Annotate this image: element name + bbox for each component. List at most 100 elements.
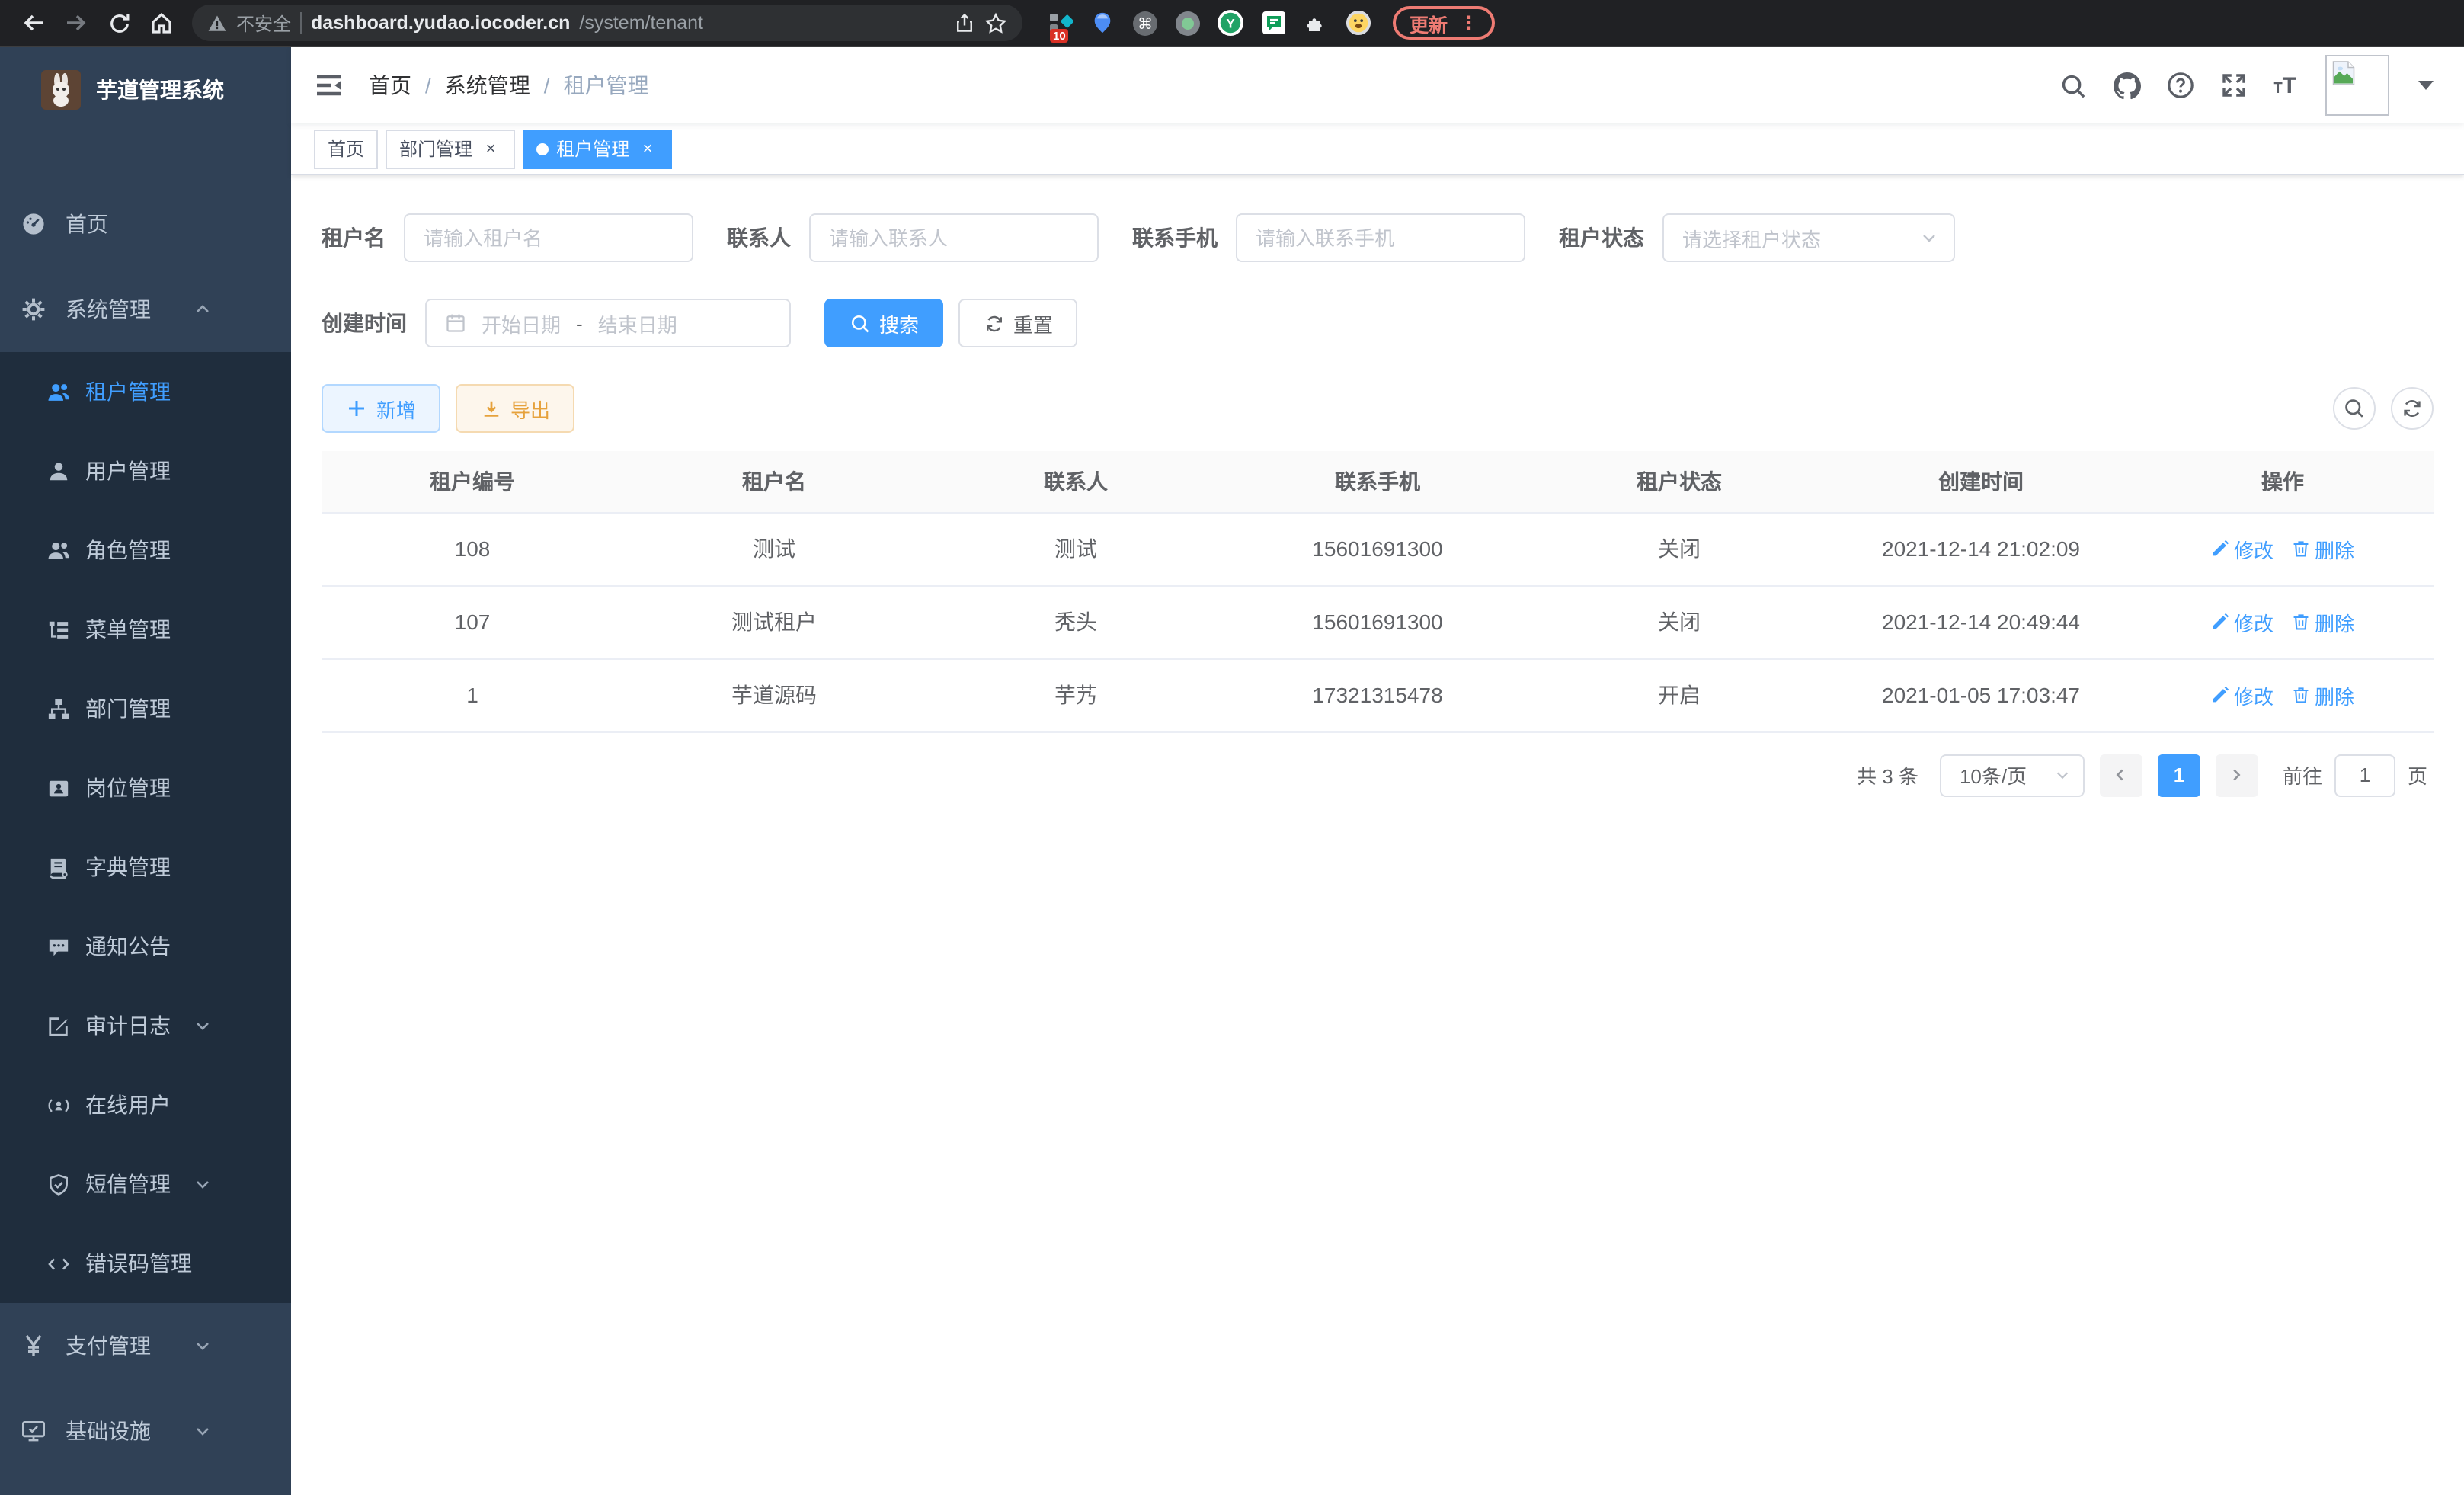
- sidebar-item-system[interactable]: 系统管理: [0, 267, 291, 352]
- help-icon[interactable]: [2166, 72, 2194, 99]
- extensions-bar: 10 ⌘ Y: [1047, 10, 1371, 36]
- calendar-icon: [445, 312, 466, 334]
- tenant-name-input[interactable]: [404, 213, 693, 262]
- breadcrumb-system[interactable]: 系统管理: [445, 70, 530, 101]
- sidebar-item-menu[interactable]: 菜单管理: [0, 590, 291, 669]
- sidebar-item-post[interactable]: 岗位管理: [0, 748, 291, 828]
- sidebar-logo[interactable]: 芋道管理系统: [0, 47, 291, 133]
- goto-page-input[interactable]: [2334, 754, 2395, 796]
- sidebar-item-sms[interactable]: 短信管理: [0, 1144, 291, 1224]
- status-select[interactable]: 请选择租户状态: [1662, 213, 1955, 262]
- sidebar-collapse-icon[interactable]: [314, 70, 344, 101]
- header-search-icon[interactable]: [2059, 72, 2087, 99]
- tab-tenant[interactable]: 租户管理 ×: [523, 129, 672, 168]
- app-title: 芋道管理系统: [96, 75, 224, 105]
- org-tree-icon: [46, 696, 70, 721]
- back-icon[interactable]: [15, 5, 52, 41]
- reset-button[interactable]: 重置: [958, 299, 1077, 347]
- url-path: /system/tenant: [579, 12, 703, 34]
- sidebar-item-pay[interactable]: 支付管理: [0, 1303, 291, 1388]
- sidebar-item-dept[interactable]: 部门管理: [0, 669, 291, 748]
- address-bar[interactable]: 不安全 dashboard.yudao.iocoder.cn/system/te…: [192, 5, 1022, 41]
- sidebar-item-dev[interactable]: 研发工具: [0, 1474, 291, 1495]
- table-row: 108 测试 测试 15601691300 关闭 2021-12-14 21:0…: [322, 512, 2434, 585]
- github-icon[interactable]: [2113, 72, 2140, 99]
- extension-grid-icon[interactable]: 10: [1047, 10, 1073, 36]
- page-header: 首页 / 系统管理 / 租户管理: [291, 47, 2464, 123]
- sidebar-item-role[interactable]: 角色管理: [0, 511, 291, 590]
- contact-input[interactable]: [809, 213, 1099, 262]
- extensions-puzzle-icon[interactable]: [1303, 10, 1329, 36]
- tab-label: 首页: [328, 136, 364, 162]
- sidebar-item-online[interactable]: 在线用户: [0, 1065, 291, 1144]
- date-range-picker[interactable]: 开始日期 - 结束日期: [425, 299, 791, 347]
- sidebar-item-audit[interactable]: 审计日志: [0, 986, 291, 1065]
- chevron-down-icon: [194, 1175, 212, 1193]
- dashboard-icon: [21, 212, 46, 236]
- app-frame: 芋道管理系统 首页 系统管理: [0, 47, 2464, 1495]
- sidebar-item-label: 短信管理: [85, 1169, 171, 1199]
- screen: 不安全 dashboard.yudao.iocoder.cn/system/te…: [0, 0, 2464, 1495]
- add-button[interactable]: 新增: [322, 384, 440, 433]
- browser-menu-kebab-icon[interactable]: ⋮: [1460, 12, 1478, 34]
- page-unit-label: 页: [2408, 760, 2427, 789]
- sidebar-item-label: 审计日志: [85, 1010, 171, 1041]
- next-page-button[interactable]: [2216, 754, 2258, 796]
- mobile-input[interactable]: [1236, 213, 1525, 262]
- delete-link[interactable]: 删除: [2292, 607, 2354, 636]
- breadcrumb-home[interactable]: 首页: [369, 70, 411, 101]
- sidebar-item-label: 租户管理: [85, 376, 171, 407]
- show-search-button[interactable]: [2333, 387, 2376, 430]
- sidebar-item-infra[interactable]: 基础设施: [0, 1388, 291, 1474]
- tenant-table: 租户编号 租户名 联系人 联系手机 租户状态 创建时间 操作 108 测试: [322, 451, 2434, 732]
- status-select-placeholder: 请选择租户状态: [1682, 223, 1821, 252]
- mobile-label: 联系手机: [1132, 222, 1236, 253]
- bookmark-star-icon[interactable]: [984, 11, 1007, 34]
- share-icon[interactable]: [954, 12, 975, 34]
- font-size-icon[interactable]: TT: [2273, 74, 2296, 97]
- tab-dept[interactable]: 部门管理 ×: [386, 129, 515, 168]
- sidebar-item-notice[interactable]: 通知公告: [0, 907, 291, 986]
- cell-contact: 芋艿: [925, 658, 1227, 731]
- extension-yudao-icon[interactable]: Y: [1218, 10, 1243, 36]
- sidebar-item-tenant[interactable]: 租户管理: [0, 352, 291, 431]
- forward-icon[interactable]: [58, 5, 94, 41]
- end-date-placeholder: 结束日期: [598, 309, 677, 338]
- chevron-down-icon: [194, 1016, 212, 1035]
- delete-link[interactable]: 删除: [2292, 680, 2354, 709]
- delete-link[interactable]: 删除: [2292, 534, 2354, 563]
- sidebar-item-errcode[interactable]: 错误码管理: [0, 1224, 291, 1303]
- extension-chat-icon[interactable]: [1260, 10, 1286, 36]
- table-row: 1 芋道源码 芋艿 17321315478 开启 2021-01-05 17:0…: [322, 658, 2434, 731]
- refresh-table-button[interactable]: [2391, 387, 2434, 430]
- edit-link[interactable]: 修改: [2211, 680, 2274, 709]
- avatar[interactable]: [2325, 55, 2389, 116]
- browser-update-button[interactable]: 更新 ⋮: [1393, 6, 1495, 40]
- cell-id: 107: [322, 585, 623, 658]
- edit-link[interactable]: 修改: [2211, 534, 2274, 563]
- tab-home[interactable]: 首页: [314, 129, 378, 168]
- avatar-caret-icon[interactable]: [2418, 81, 2434, 90]
- sidebar-item-label: 菜单管理: [85, 614, 171, 645]
- gear-icon: [21, 297, 46, 322]
- fullscreen-icon[interactable]: [2219, 72, 2247, 99]
- update-label: 更新: [1410, 8, 1448, 37]
- close-icon[interactable]: ×: [480, 138, 501, 159]
- sidebar-item-home[interactable]: 首页: [0, 181, 291, 267]
- extension-balloon-icon[interactable]: [1090, 10, 1115, 36]
- extension-command-icon[interactable]: ⌘: [1132, 10, 1158, 36]
- page-1-button[interactable]: 1: [2158, 754, 2200, 796]
- reload-icon[interactable]: [101, 5, 137, 41]
- close-icon[interactable]: ×: [637, 138, 658, 159]
- export-button[interactable]: 导出: [456, 384, 574, 433]
- search-button[interactable]: 搜索: [824, 299, 943, 347]
- home-icon[interactable]: [143, 5, 180, 41]
- prev-page-button[interactable]: [2100, 754, 2142, 796]
- sidebar-item-dict[interactable]: 字典管理: [0, 828, 291, 907]
- profile-avatar-icon[interactable]: [1346, 10, 1371, 36]
- code-icon: [46, 1251, 70, 1276]
- edit-link[interactable]: 修改: [2211, 607, 2274, 636]
- sidebar-item-user[interactable]: 用户管理: [0, 431, 291, 511]
- extension-record-icon[interactable]: [1175, 10, 1201, 36]
- page-size-select[interactable]: 10条/页: [1940, 754, 2085, 796]
